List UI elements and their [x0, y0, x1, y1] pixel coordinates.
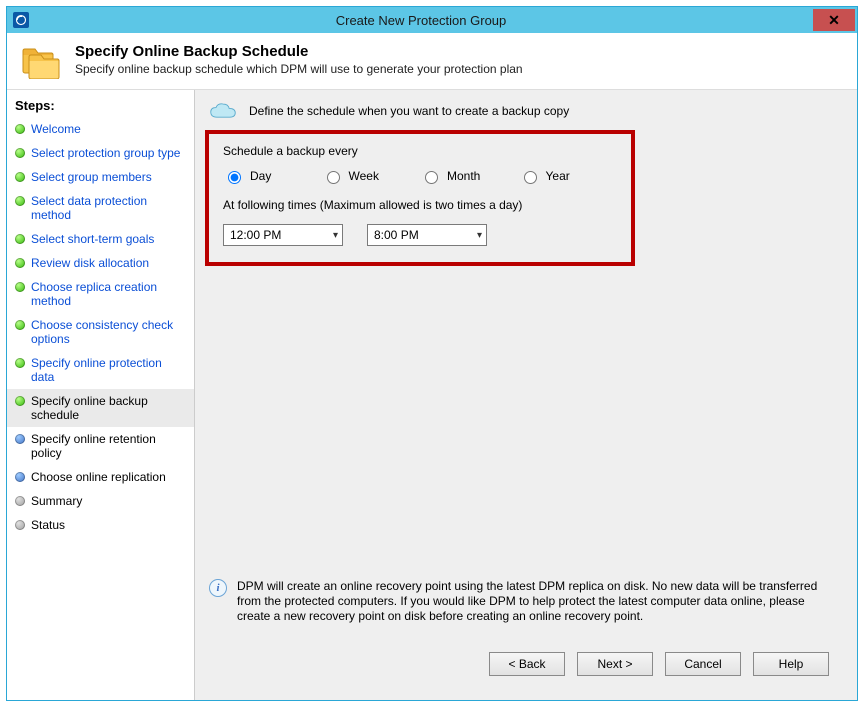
close-icon: ✕ [828, 12, 840, 29]
window-title: Create New Protection Group [29, 13, 813, 28]
step-status-icon [15, 172, 25, 182]
wizard-window: Create New Protection Group ✕ Specify On… [6, 6, 858, 701]
wizard-header: Specify Online Backup Schedule Specify o… [7, 33, 857, 90]
wizard-content: Define the schedule when you want to cre… [195, 90, 857, 700]
frequency-radio[interactable] [228, 171, 241, 184]
frequency-radio-group: Day Week Month Year [223, 168, 617, 184]
chevron-down-icon: ▾ [477, 230, 482, 241]
step-item[interactable]: Choose replica creation method [7, 275, 194, 313]
step-item: Specify online backup schedule [7, 389, 194, 427]
info-text: DPM will create an online recovery point… [237, 579, 839, 624]
step-item: Specify online retention policy [7, 427, 194, 465]
step-status-icon [15, 258, 25, 268]
frequency-option-month[interactable]: Month [420, 168, 519, 184]
time-select-1[interactable]: 12:00 PM ▾ [223, 224, 343, 246]
info-icon: i [209, 579, 227, 597]
step-status-icon [15, 496, 25, 506]
step-status-icon [15, 358, 25, 368]
help-button[interactable]: Help [753, 652, 829, 676]
step-status-icon [15, 282, 25, 292]
schedule-label: Schedule a backup every [223, 144, 617, 158]
app-icon [13, 12, 29, 28]
step-item[interactable]: Select data protection method [7, 189, 194, 227]
step-label: Choose online replication [31, 470, 166, 484]
step-label: Specify online backup schedule [31, 394, 188, 422]
step-label[interactable]: Specify online protection data [31, 356, 188, 384]
step-item: Choose online replication [7, 465, 194, 489]
page-title: Specify Online Backup Schedule [75, 43, 523, 60]
step-label[interactable]: Select short-term goals [31, 232, 154, 246]
folder-icon [21, 43, 61, 79]
step-label: Specify online retention policy [31, 432, 188, 460]
steps-sidebar: Steps: Welcome Select protection group ty… [7, 90, 195, 700]
step-label[interactable]: Select protection group type [31, 146, 180, 160]
frequency-label: Day [250, 169, 271, 183]
frequency-radio[interactable] [327, 171, 340, 184]
schedule-box: Schedule a backup every Day Week Month Year… [205, 130, 635, 266]
back-button[interactable]: < Back [489, 652, 565, 676]
step-item[interactable]: Choose consistency check options [7, 313, 194, 351]
step-item[interactable]: Select protection group type [7, 141, 194, 165]
steps-heading: Steps: [7, 96, 194, 117]
step-status-icon [15, 434, 25, 444]
wizard-footer: < Back Next > Cancel Help [205, 642, 843, 690]
wizard-body: Steps: Welcome Select protection group ty… [7, 90, 857, 700]
step-label[interactable]: Select group members [31, 170, 152, 184]
step-status-icon [15, 472, 25, 482]
page-subtitle: Specify online backup schedule which DPM… [75, 62, 523, 76]
step-label[interactable]: Choose consistency check options [31, 318, 188, 346]
frequency-radio[interactable] [524, 171, 537, 184]
chevron-down-icon: ▾ [333, 230, 338, 241]
step-status-icon [15, 520, 25, 530]
frequency-radio[interactable] [425, 171, 438, 184]
frequency-label: Week [349, 169, 379, 183]
frequency-option-day[interactable]: Day [223, 168, 322, 184]
step-item[interactable]: Specify online protection data [7, 351, 194, 389]
frequency-label: Year [546, 169, 570, 183]
define-text: Define the schedule when you want to cre… [249, 104, 569, 118]
time-select-2-value: 8:00 PM [374, 228, 419, 242]
frequency-option-year[interactable]: Year [519, 168, 618, 184]
time-select-1-value: 12:00 PM [230, 228, 281, 242]
step-status-icon [15, 196, 25, 206]
cloud-icon [209, 102, 237, 120]
step-status-icon [15, 234, 25, 244]
step-status-icon [15, 320, 25, 330]
next-button[interactable]: Next > [577, 652, 653, 676]
step-item: Summary [7, 489, 194, 513]
times-label: At following times (Maximum allowed is t… [223, 198, 617, 212]
step-item: Status [7, 513, 194, 537]
step-status-icon [15, 396, 25, 406]
info-row: i DPM will create an online recovery poi… [205, 573, 843, 642]
step-label[interactable]: Choose replica creation method [31, 280, 188, 308]
cancel-button[interactable]: Cancel [665, 652, 741, 676]
step-label[interactable]: Review disk allocation [31, 256, 149, 270]
step-status-icon [15, 148, 25, 158]
step-item[interactable]: Select short-term goals [7, 227, 194, 251]
titlebar: Create New Protection Group ✕ [7, 7, 857, 33]
step-item[interactable]: Review disk allocation [7, 251, 194, 275]
step-label[interactable]: Welcome [31, 122, 81, 136]
step-item[interactable]: Select group members [7, 165, 194, 189]
step-status-icon [15, 124, 25, 134]
frequency-option-week[interactable]: Week [322, 168, 421, 184]
define-row: Define the schedule when you want to cre… [205, 100, 843, 130]
step-item[interactable]: Welcome [7, 117, 194, 141]
close-button[interactable]: ✕ [813, 9, 855, 31]
time-select-2[interactable]: 8:00 PM ▾ [367, 224, 487, 246]
frequency-label: Month [447, 169, 480, 183]
times-row: 12:00 PM ▾ 8:00 PM ▾ [223, 224, 617, 246]
step-label[interactable]: Select data protection method [31, 194, 188, 222]
step-label: Status [31, 518, 65, 532]
step-label: Summary [31, 494, 82, 508]
